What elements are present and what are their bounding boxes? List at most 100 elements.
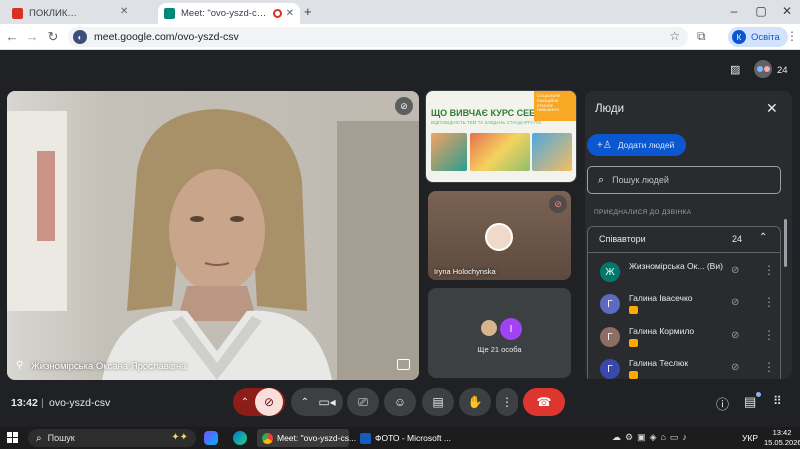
extensions-icon[interactable]: ⧉ — [697, 29, 706, 44]
end-call-button[interactable]: ☎ — [523, 388, 565, 416]
tab-close-icon[interactable]: ✕ — [120, 6, 128, 17]
more-options-icon[interactable]: ⋮ — [763, 328, 775, 342]
tab-title: Meet: "ovo-yszd-csv" — [181, 8, 269, 19]
slide-badge: СОЦІАЛЬНЕ ЕМОЦІЙНЕ ЕТИЧНЕ НАВЧАННЯ — [534, 91, 576, 121]
avatar — [479, 318, 499, 338]
list-item[interactable]: Г Галина Кормило ⊘ ⋮ — [588, 321, 782, 353]
camera-control-group: ⌃ ▭◂ — [291, 388, 343, 416]
copilot-app-icon[interactable] — [204, 431, 218, 445]
speaker-name: Жизномірська Оксана Ярославівна — [31, 361, 187, 372]
meeting-info-icon[interactable]: ⓘ — [716, 394, 729, 413]
avatar: Г — [600, 359, 620, 379]
edge-app-icon[interactable] — [233, 431, 247, 445]
forward-button[interactable]: → — [23, 29, 41, 44]
taskbar-app-label: Meet: "ovo-yszd-cs... — [277, 433, 357, 443]
tab-close-icon[interactable]: ✕ — [286, 8, 294, 19]
add-person-icon: +♙ — [597, 139, 612, 151]
host-badge-icon — [629, 371, 638, 379]
avatar: Г — [600, 294, 620, 314]
list-item[interactable]: Ж Жизномірська Ок... (Ви) ⊘ ⋮ — [588, 256, 782, 288]
mic-control-group: ⌃ ⊘ — [233, 388, 285, 416]
people-panel: Люди ✕ +♙ Додати людей ⌕ Пошук людей ПРИ… — [585, 91, 792, 379]
close-window-button[interactable]: ✕ — [776, 4, 798, 18]
participants-avatars[interactable] — [754, 60, 772, 78]
divider — [588, 252, 780, 253]
presentation-tile[interactable]: ЩО ВИВЧАЄ КУРС СЕЕН? ВІДПОВІДНІСТЬ ТЕМ Т… — [425, 90, 577, 183]
mic-off-icon: ⊘ — [731, 362, 740, 373]
taskbar-app-chrome[interactable]: Meet: "ovo-yszd-cs... — [257, 429, 356, 447]
participants-group: Співавтори 24 ⌃ Ж Жизномірська Ок... (Ви… — [587, 226, 781, 379]
search-people-input[interactable]: ⌕ Пошук людей — [587, 166, 781, 194]
captions-off-icon[interactable]: ▨ — [730, 63, 746, 77]
new-tab-button[interactable]: + — [304, 4, 312, 19]
slide-photo — [470, 133, 530, 171]
mic-off-icon: ⊘ — [731, 265, 740, 276]
list-item[interactable]: Г Галина Теслюк ⊘ ⋮ — [588, 353, 782, 385]
profile-avatar: К — [732, 30, 746, 44]
avatar: I — [500, 318, 522, 340]
slide-photo — [431, 133, 467, 171]
slide-heading: ЩО ВИВЧАЄ КУРС СЕЕН? — [431, 108, 548, 118]
windows-start-icon[interactable] — [7, 432, 18, 443]
participant-count: 24 — [777, 65, 788, 76]
list-item[interactable]: Г Галина Івасечко ⊘ ⋮ — [588, 288, 782, 320]
url-text: meet.google.com/ovo-yszd-csv — [94, 31, 239, 43]
tab-meet[interactable]: Meet: "ovo-yszd-csv" ✕ — [158, 3, 300, 24]
activities-icon[interactable]: ⠿ — [773, 394, 782, 408]
search-label: Пошук — [47, 433, 75, 443]
chevron-up-icon[interactable]: ⌃ — [759, 232, 767, 243]
address-bar[interactable]: ◐ meet.google.com/ovo-yszd-csv ☆ — [68, 27, 688, 47]
mic-off-icon: ⊘ — [731, 330, 740, 341]
avatar: Ж — [600, 262, 620, 282]
reload-button[interactable]: ↻ — [44, 29, 62, 45]
more-options-icon[interactable]: ⋮ — [763, 360, 775, 374]
main-speaker-tile[interactable]: ⊘ ⚲ Жизномірська Оксана Ярославівна — [7, 91, 419, 380]
profile-label: Освіта — [751, 31, 780, 43]
group-name: Співавтори — [599, 234, 646, 244]
chat-icon[interactable]: ▤ — [744, 394, 756, 410]
browser-tab-strip: ПОКЛИКАННЯ на ШПЗ(15.05.2... ✕ Meet: "ov… — [0, 0, 800, 24]
close-panel-icon[interactable]: ✕ — [766, 100, 778, 117]
more-options-icon[interactable]: ⋮ — [763, 263, 775, 277]
search-icon: ⌕ — [598, 173, 605, 186]
add-people-button[interactable]: +♙ Додати людей — [587, 134, 686, 156]
emoji-reactions-button[interactable]: ☺ — [384, 388, 416, 416]
maximize-button[interactable]: ▢ — [750, 4, 772, 18]
system-tray-icons[interactable]: ☁⚙▣◈⌂▭♪ — [612, 432, 691, 443]
word-icon — [360, 432, 371, 444]
person-name: Галина Кормило — [629, 326, 695, 336]
taskbar-clock[interactable]: 13:42 15.05.2026 — [764, 428, 800, 447]
person-name: Жизномірська Ок... (Ви) — [629, 261, 723, 271]
captions-button[interactable]: ▤ — [422, 388, 454, 416]
add-people-label: Додати людей — [617, 140, 675, 150]
minimize-button[interactable]: – — [723, 4, 745, 18]
camera-button[interactable]: ▭◂ — [315, 395, 339, 409]
language-indicator[interactable]: УКР — [742, 433, 758, 443]
present-screen-button[interactable]: ⎚ — [347, 388, 379, 416]
pin-icon[interactable]: ⚲ — [16, 360, 23, 371]
raise-hand-button[interactable]: ✋ — [459, 388, 491, 416]
clock-time: 13:42 — [772, 428, 792, 437]
taskbar-app-label: ФОТО - Microsoft ... — [375, 433, 451, 443]
more-participants-tile[interactable]: I Ще 21 особа — [428, 288, 571, 378]
picture-in-picture-icon[interactable] — [397, 359, 410, 370]
more-options-icon[interactable]: ⋮ — [763, 295, 775, 309]
participant-tile-iryna[interactable]: ⊘ Iryna Holochynska — [428, 191, 571, 280]
taskbar-search[interactable]: ⌕ Пошук ✦✦ — [28, 429, 196, 447]
bookmark-star-icon[interactable]: ☆ — [669, 29, 680, 43]
camera-options-chevron-icon[interactable]: ⌃ — [295, 397, 315, 408]
mic-off-button[interactable]: ⊘ — [255, 388, 283, 416]
taskbar-app-word[interactable]: ФОТО - Microsoft ... — [355, 429, 451, 447]
more-participants-label: Ще 21 особа — [477, 345, 522, 354]
site-info-icon[interactable]: ◐ — [73, 30, 87, 44]
profile-chip[interactable]: К Освіта — [728, 27, 788, 47]
person-name: Галина Теслюк — [629, 358, 689, 368]
notification-dot-icon — [756, 392, 761, 397]
mic-options-chevron-icon[interactable]: ⌃ — [235, 397, 255, 408]
tab-title: ПОКЛИКАННЯ на ШПЗ(15.05.2... — [29, 8, 80, 19]
tab-poklykannia[interactable]: ПОКЛИКАННЯ на ШПЗ(15.05.2... — [6, 3, 86, 24]
scrollbar[interactable] — [784, 219, 787, 267]
meeting-code: ovo-yszd-csv — [49, 397, 111, 409]
more-options-button[interactable]: ⋮ — [496, 388, 518, 416]
back-button[interactable]: ← — [3, 29, 21, 44]
